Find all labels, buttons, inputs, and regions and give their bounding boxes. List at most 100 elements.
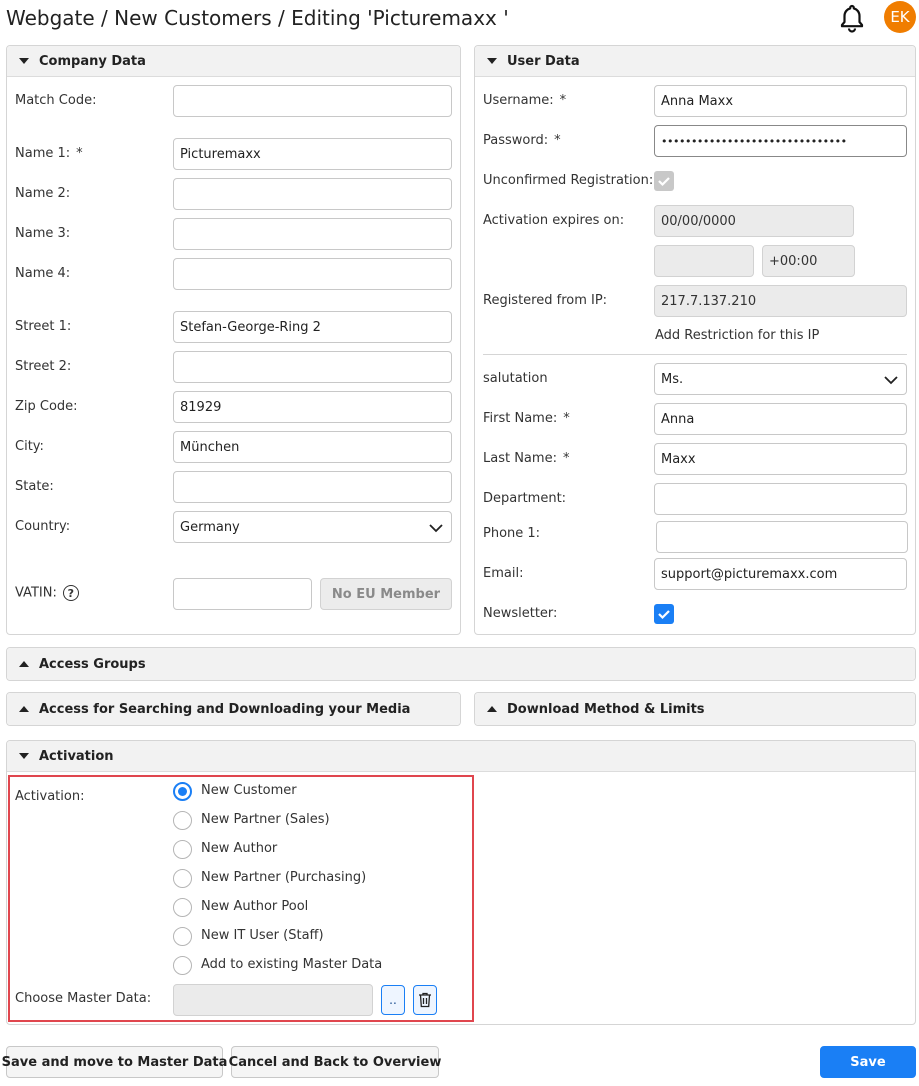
- avatar[interactable]: EK: [884, 1, 916, 33]
- radio-new-partner-purchasing[interactable]: [173, 869, 192, 888]
- required-mark: *: [554, 133, 561, 148]
- country-value: Germany: [180, 519, 240, 535]
- activation-header[interactable]: Activation: [7, 741, 915, 772]
- activation-timezone-input[interactable]: +00:00: [762, 245, 855, 277]
- master-data-input[interactable]: [173, 984, 373, 1016]
- radio-existing-master-data[interactable]: [173, 956, 192, 975]
- last-name-input[interactable]: Maxx: [654, 443, 907, 475]
- street2-input[interactable]: [173, 351, 452, 383]
- state-input[interactable]: [173, 471, 452, 503]
- help-icon[interactable]: ?: [62, 585, 79, 601]
- cancel-button[interactable]: Cancel and Back to Overview: [229, 1046, 441, 1078]
- password-input[interactable]: •••••••••••••••••••••••••••••••: [654, 125, 907, 157]
- vatin-label-text: VATIN:: [15, 585, 57, 601]
- access-search-title: Access for Searching and Downloading you…: [39, 701, 411, 717]
- radio-new-author-pool[interactable]: [173, 898, 192, 917]
- access-groups-header[interactable]: Access Groups: [7, 648, 915, 680]
- option-label-existing-master-data: Add to existing Master Data: [201, 957, 383, 972]
- unconfirmed-registration-checkbox[interactable]: [654, 171, 674, 191]
- required-mark: *: [563, 411, 570, 426]
- divider: [483, 354, 907, 355]
- name3-input[interactable]: [173, 218, 452, 250]
- access-groups-panel: Access Groups: [6, 647, 916, 681]
- activation-time-input[interactable]: [654, 245, 754, 277]
- save-button[interactable]: Save: [820, 1046, 916, 1078]
- last-name-label-text: Last Name:: [483, 451, 557, 466]
- first-name-label-text: First Name:: [483, 411, 558, 426]
- activation-label: Activation:: [15, 789, 85, 804]
- add-ip-restriction-link[interactable]: Add Restriction for this IP: [655, 328, 819, 343]
- name2-input[interactable]: [173, 178, 452, 210]
- name4-label: Name 4:: [15, 266, 71, 281]
- user-data-panel: User Data Username: * Anna Maxx Password:…: [474, 45, 916, 635]
- salutation-value: Ms.: [661, 371, 684, 387]
- save-and-move-button[interactable]: Save and move to Master Data: [2, 1046, 227, 1078]
- email-input[interactable]: support@picturemaxx.com: [654, 558, 907, 590]
- radio-new-it-user[interactable]: [173, 927, 192, 946]
- activation-date-input[interactable]: 00/00/0000: [654, 205, 854, 237]
- radio-new-partner-sales[interactable]: [173, 811, 192, 830]
- first-name-label: First Name: *: [483, 411, 570, 426]
- access-search-header[interactable]: Access for Searching and Downloading you…: [7, 693, 460, 725]
- required-mark: *: [562, 451, 570, 466]
- user-data-header[interactable]: User Data: [475, 46, 915, 77]
- activation-title: Activation: [39, 748, 114, 764]
- name2-label: Name 2:: [15, 186, 71, 201]
- option-label-new-author: New Author: [201, 841, 278, 856]
- radio-new-author[interactable]: [173, 840, 192, 859]
- newsletter-checkbox[interactable]: [654, 604, 674, 624]
- newsletter-label: Newsletter:: [483, 606, 558, 621]
- city-label: City:: [15, 439, 44, 454]
- access-search-panel: Access for Searching and Downloading you…: [6, 692, 461, 726]
- vatin-label: VATIN:?: [15, 585, 79, 601]
- chevron-down-icon: [884, 374, 898, 389]
- user-data-title: User Data: [507, 53, 580, 69]
- page-title: Webgate / New Customers / Editing 'Pictu…: [6, 6, 509, 30]
- radio-new-customer[interactable]: [173, 782, 192, 801]
- bell-icon[interactable]: [836, 2, 868, 34]
- street1-label: Street 1:: [15, 319, 72, 334]
- expand-triangle-icon: [487, 706, 497, 712]
- password-label-text: Password:: [483, 133, 549, 148]
- unconfirmed-registration-label: Unconfirmed Registration:: [483, 173, 654, 188]
- trash-icon[interactable]: [413, 985, 437, 1015]
- option-label-new-customer: New Customer: [201, 783, 297, 798]
- download-method-header[interactable]: Download Method & Limits: [475, 693, 915, 725]
- name3-label: Name 3:: [15, 226, 71, 241]
- name4-input[interactable]: [173, 258, 452, 290]
- choose-master-data-label: Choose Master Data:: [15, 991, 152, 1006]
- email-label: Email:: [483, 566, 524, 581]
- first-name-input[interactable]: Anna: [654, 403, 907, 435]
- no-eu-member-button[interactable]: No EU Member: [320, 578, 452, 610]
- company-data-title: Company Data: [39, 53, 146, 69]
- password-label: Password: *: [483, 133, 561, 148]
- country-select[interactable]: Germany: [173, 511, 452, 543]
- street1-input[interactable]: Stefan-George-Ring 2: [173, 311, 452, 343]
- match-code-input[interactable]: [173, 85, 452, 117]
- phone1-label: Phone 1:: [483, 526, 541, 541]
- option-label-new-it-user: New IT User (Staff): [201, 928, 324, 943]
- chevron-down-icon: [429, 522, 443, 537]
- activation-expires-label: Activation expires on:: [483, 213, 625, 228]
- browse-button[interactable]: ..: [381, 985, 405, 1015]
- zip-label: Zip Code:: [15, 399, 78, 414]
- phone1-input[interactable]: [656, 521, 908, 553]
- name1-label: Name 1: *: [15, 146, 83, 161]
- salutation-select[interactable]: Ms.: [654, 363, 907, 395]
- zip-input[interactable]: 81929: [173, 391, 452, 423]
- match-code-label: Match Code:: [15, 93, 97, 108]
- option-label-new-partner-purchasing: New Partner (Purchasing): [201, 870, 367, 885]
- download-method-panel: Download Method & Limits: [474, 692, 916, 726]
- department-input[interactable]: [654, 483, 907, 515]
- access-groups-title: Access Groups: [39, 656, 146, 672]
- username-input[interactable]: Anna Maxx: [654, 85, 907, 117]
- avatar-initials: EK: [890, 8, 910, 26]
- collapse-triangle-icon: [19, 753, 29, 759]
- registered-ip-input: 217.7.137.210: [654, 285, 907, 317]
- registered-ip-label: Registered from IP:: [483, 293, 608, 308]
- name1-input[interactable]: Picturemaxx: [173, 138, 452, 170]
- vatin-input[interactable]: [173, 578, 312, 610]
- city-input[interactable]: München: [173, 431, 452, 463]
- company-data-header[interactable]: Company Data: [7, 46, 460, 77]
- checkmark-icon: [658, 610, 670, 620]
